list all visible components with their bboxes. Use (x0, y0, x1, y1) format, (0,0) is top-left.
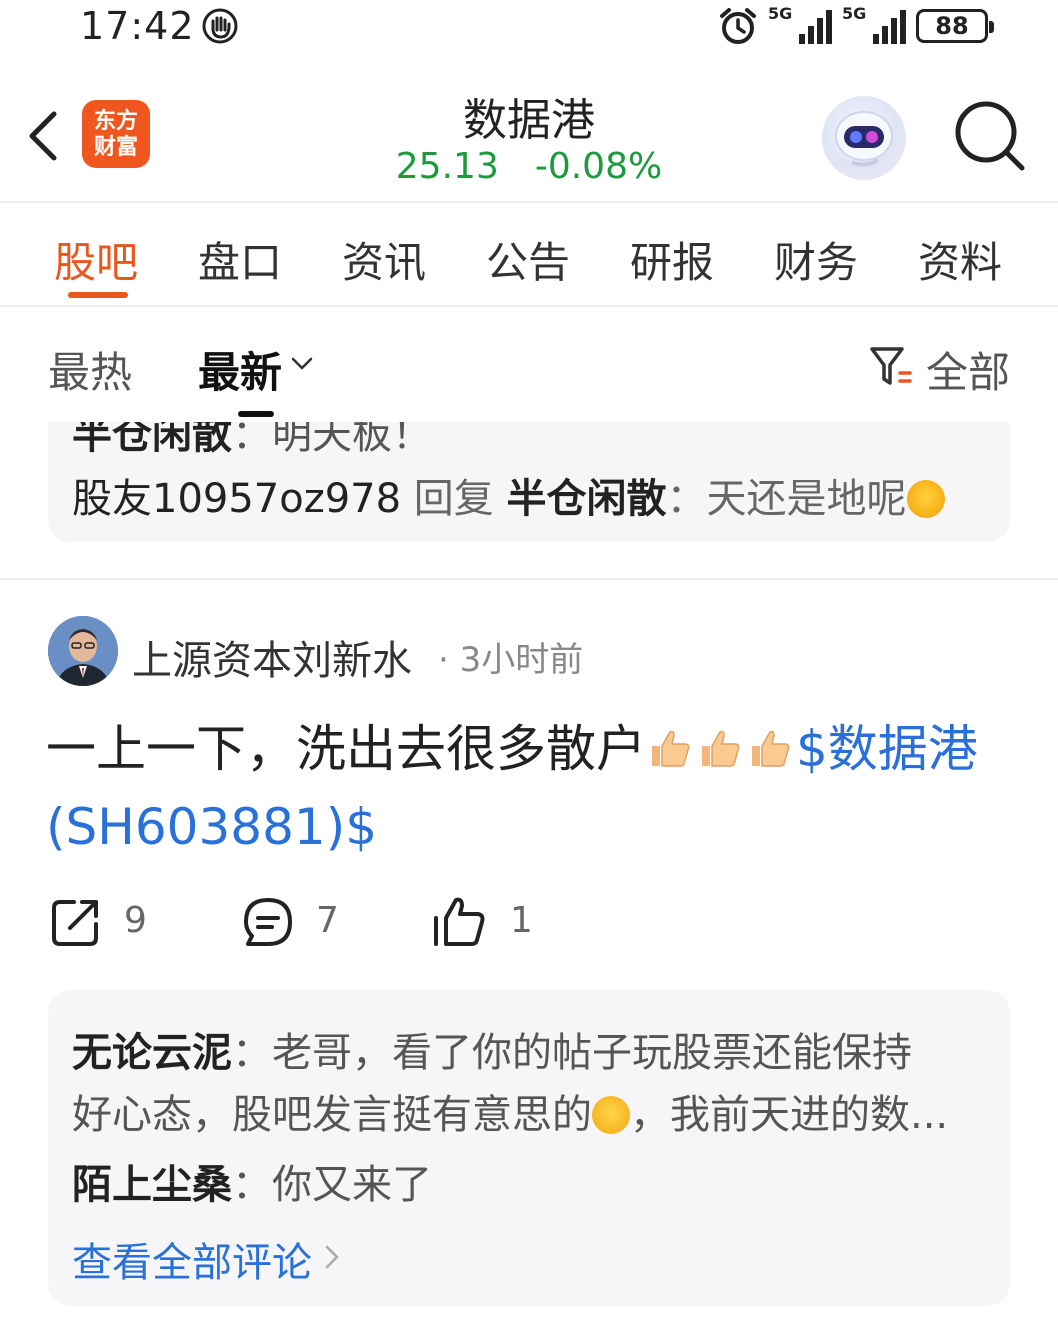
share-count: 9 (124, 900, 147, 941)
like-icon[interactable] (432, 894, 488, 950)
tab-profile[interactable]: 资料 (918, 229, 1002, 290)
post-text: 一上一下，洗出去很多散户 (46, 720, 646, 778)
stock-header: 东方 财富 数据港 25.13 -0.08% (0, 70, 1058, 200)
share-icon[interactable] (48, 894, 104, 950)
like-count: 1 (510, 900, 533, 941)
comment-row-continued: 好心态，股吧发言挺有意思的 ，我前天进的数... (72, 1082, 948, 1140)
comment-text: ，我前天进的数... (630, 1092, 949, 1138)
view-all-comments-link[interactable]: 查看全部评论 (72, 1230, 312, 1288)
post-author[interactable]: 上源资本刘新水 (132, 628, 412, 686)
active-sort-indicator (238, 411, 274, 417)
tab-finance[interactable]: 财务 (774, 229, 858, 290)
tab-research[interactable]: 研报 (630, 229, 714, 290)
comment-row: 陌上尘桑：你又来了 (72, 1152, 432, 1210)
tab-pankou[interactable]: 盘口 (198, 229, 282, 290)
thumbs-up-emoji-icon (702, 730, 740, 767)
avatar[interactable] (48, 616, 118, 686)
post-actions: 9 7 1 (0, 890, 1058, 960)
battery-level: 88 (935, 12, 969, 40)
active-tab-indicator (68, 292, 128, 298)
status-time: 17:42 (80, 4, 195, 48)
comment-text: 好心态，股吧发言挺有意思的 (72, 1092, 592, 1138)
comment-row: 股友10957oz978 回复 半仓闲散：天还是地呢 (72, 466, 945, 524)
sort-hottest[interactable]: 最热 (48, 339, 132, 400)
comment-user[interactable]: 无论云泥 (72, 1030, 232, 1076)
tab-announcements[interactable]: 公告 (486, 229, 570, 290)
network-5g-label: 5G (842, 4, 867, 23)
stock-price: 25.13 (395, 146, 499, 187)
comment-user[interactable]: 陌上尘桑 (72, 1162, 232, 1208)
comment-icon[interactable] (240, 894, 296, 950)
alarm-icon (720, 8, 756, 44)
comment-text: ：老哥，看了你的帖子玩股票还能保持 (232, 1030, 912, 1076)
filter-icon[interactable] (868, 343, 914, 389)
status-bar: 17:42 5G 5G 88 (0, 0, 1058, 60)
thumbs-up-emoji-icon (752, 730, 790, 767)
tab-news[interactable]: 资讯 (342, 229, 426, 290)
comment-text: ：你又来了 (232, 1162, 432, 1208)
post-body[interactable]: 一上一下，洗出去很多散户 $数据港(SH603881)$ (46, 710, 1016, 866)
ai-robot-avatar[interactable] (822, 96, 906, 180)
filter-all-label[interactable]: 全部 (926, 339, 1010, 400)
comment-row: 无论云泥：老哥，看了你的帖子玩股票还能保持 (72, 1020, 912, 1078)
post-timestamp: 3小时前 (459, 640, 584, 680)
reply-label: 回复 (413, 476, 494, 522)
tab-bar: 股吧 盘口 资讯 公告 研报 财务 资料 (0, 203, 1058, 305)
comment-user[interactable]: 股友10957oz978 (72, 476, 401, 522)
search-icon[interactable] (952, 98, 1028, 174)
hand-stop-icon (202, 8, 238, 44)
author-photo (48, 616, 118, 686)
grinning-emoji-icon (592, 1096, 630, 1134)
separator-dot: · (438, 640, 449, 680)
sort-bar: 最热 最新 全部 (0, 307, 1058, 422)
chevron-right-icon[interactable] (324, 1244, 340, 1270)
robot-icon (835, 111, 893, 167)
post-time: · 3小时前 (438, 632, 583, 681)
thumbs-up-emoji-icon (652, 730, 690, 767)
comment-text: ：天还是地呢 (666, 476, 907, 522)
network-5g-label: 5G (768, 4, 793, 23)
sort-latest[interactable]: 最新 (198, 339, 282, 400)
divider (0, 578, 1058, 580)
battery-icon: 88 (916, 9, 994, 43)
signal-icon: 5G (842, 6, 906, 46)
comment-count: 7 (316, 900, 339, 941)
stock-change: -0.08% (534, 146, 663, 187)
reply-target-user[interactable]: 半仓闲散 (507, 476, 667, 522)
crying-emoji-icon (906, 480, 945, 518)
comment-preview-box[interactable]: 无论云泥：老哥，看了你的帖子玩股票还能保持 好心态，股吧发言挺有意思的 ，我前天进… (48, 990, 1010, 1306)
chevron-down-icon[interactable] (290, 355, 314, 373)
tab-guba[interactable]: 股吧 (54, 229, 138, 290)
signal-icon: 5G (768, 6, 832, 46)
